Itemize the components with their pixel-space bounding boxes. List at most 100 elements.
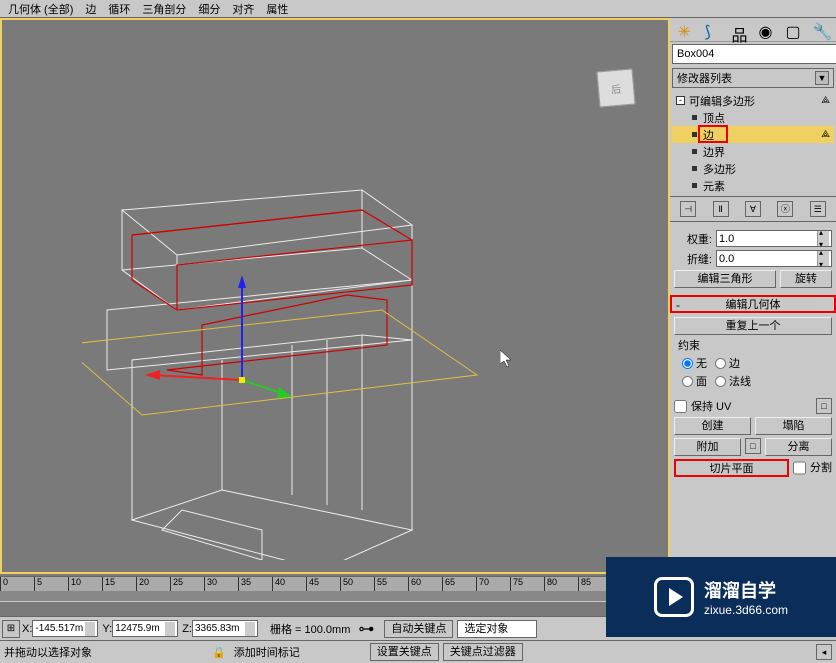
stack-editable-poly[interactable]: - 可编辑多边形 ⟁ (672, 92, 834, 109)
command-panel: ✳ ⟆ 品 ◉ ▢ 🔧 修改器列表 ▼ - 可编辑多边形 ⟁ 顶点 边 ⟁ 边界… (670, 18, 836, 574)
subobj-border[interactable]: 边界 (672, 143, 834, 160)
collapse-button[interactable]: 塌陷 (755, 417, 832, 435)
timeline-tick: 5 (34, 577, 42, 591)
pin-stack-icon[interactable]: ⊣ (680, 201, 696, 217)
preserve-uv-settings-icon[interactable]: □ (816, 398, 832, 414)
viewport-container: 后 (0, 18, 670, 574)
weight-label: 权重: (674, 231, 712, 247)
coord-x-input[interactable]: -145.517m (32, 620, 98, 637)
prompt-text: 并拖动以选择对象 (4, 644, 92, 660)
edit-geom-header[interactable]: - 编辑几何体 (670, 295, 836, 313)
perspective-viewport[interactable]: 后 (0, 18, 670, 574)
top-menu: 几何体 (全部) 边 循环 三角剖分 细分 对齐 属性 (0, 0, 836, 18)
constraint-edge[interactable]: 边 (715, 355, 740, 371)
timeline-tick: 25 (170, 577, 183, 591)
attach-button[interactable]: 附加 (674, 438, 741, 456)
timeline-tick: 55 (374, 577, 387, 591)
constraint-none[interactable]: 无 (682, 355, 707, 371)
menu-geom[interactable]: 几何体 (全部) (2, 1, 79, 17)
timeline-track[interactable] (0, 591, 670, 601)
menu-loop[interactable]: 循环 (102, 1, 136, 17)
timeline-tick: 15 (102, 577, 115, 591)
edit-edges-rollout: 权重: 1.0 折缝: 0.0 编辑三角形 旋转 - 编辑几何体 重复上一个 约… (670, 223, 836, 484)
bottom-bar: 并拖动以选择对象 🔒 添加时间标记 设置关键点 关键点过滤器 ◂ (0, 640, 836, 663)
timeline-tick: 45 (306, 577, 319, 591)
key-filter-button[interactable]: 关键点过滤器 (443, 643, 523, 661)
preserve-uv-check[interactable] (674, 400, 687, 413)
constraint-face[interactable]: 面 (682, 373, 707, 389)
subobj-polygon[interactable]: 多边形 (672, 160, 834, 177)
key-target-dropdown[interactable]: 选定对象 (457, 620, 537, 638)
timeline-tick: 10 (68, 577, 81, 591)
timeline-tick: 65 (442, 577, 455, 591)
viewcube-face[interactable]: 后 (596, 68, 635, 107)
grid-label: 栅格 = 100.0mm (270, 621, 350, 637)
pin-icon[interactable]: ⟁ (821, 129, 830, 140)
pin-icon[interactable]: ⟁ (821, 95, 830, 106)
object-name-field[interactable] (672, 44, 836, 64)
detach-button[interactable]: 分离 (765, 438, 832, 456)
split-check[interactable] (793, 459, 806, 477)
tree-collapse-icon[interactable]: - (676, 96, 685, 105)
spin-button[interactable]: 旋转 (780, 270, 832, 288)
timeline-ruler[interactable]: 05101520253035404550556065707580859095 (0, 577, 670, 591)
modify-tab-icon[interactable]: ⟆ (705, 22, 721, 38)
motion-tab-icon[interactable]: ◉ (759, 22, 775, 38)
timeline-tick: 70 (476, 577, 489, 591)
highlight-edge-icon (698, 125, 728, 143)
menu-align[interactable]: 对齐 (226, 1, 260, 17)
split-label: 分割 (810, 459, 832, 477)
menu-props[interactable]: 属性 (260, 1, 294, 17)
config-icon[interactable]: ☰ (810, 201, 826, 217)
modifier-list-label: 修改器列表 (677, 70, 732, 86)
menu-edge[interactable]: 边 (79, 1, 102, 17)
timeline-tick: 20 (136, 577, 149, 591)
add-time-tag[interactable]: 添加时间标记 (234, 644, 300, 660)
timeline-tick: 35 (238, 577, 251, 591)
timeline-tick: 0 (0, 577, 8, 591)
constraint-label: 约束 (678, 337, 828, 353)
play-prev-icon[interactable]: ◂ (816, 644, 832, 660)
modifier-list-dropdown[interactable]: 修改器列表 ▼ (672, 68, 834, 88)
timeline-tick: 30 (204, 577, 217, 591)
create-tab-icon[interactable]: ✳ (678, 22, 694, 38)
key-lock-icon[interactable]: ⊶ (358, 619, 374, 639)
set-key-button[interactable]: 设置关键点 (370, 643, 439, 661)
crease-spinner[interactable]: 0.0 (716, 250, 832, 267)
dropdown-arrow-icon: ▼ (815, 71, 829, 85)
transform-type-icon[interactable]: ⊞ (2, 620, 20, 638)
auto-key-button[interactable]: 自动关键点 (384, 620, 453, 638)
repeat-last-button[interactable]: 重复上一个 (674, 317, 832, 335)
edit-tri-button[interactable]: 编辑三角形 (674, 270, 776, 288)
viewcube[interactable]: 后 (588, 60, 638, 110)
wireframe-model (82, 180, 482, 560)
coord-z-input[interactable]: 3365.83m (192, 620, 258, 637)
menu-tri[interactable]: 三角剖分 (136, 1, 192, 17)
stack-toolbar: ⊣ Ⅱ ∀ ⓧ ☰ (670, 196, 836, 222)
remove-mod-icon[interactable]: ⓧ (777, 201, 793, 217)
attach-settings-icon[interactable]: □ (745, 438, 761, 454)
display-tab-icon[interactable]: ▢ (786, 22, 802, 38)
hierarchy-tab-icon[interactable]: 品 (732, 22, 748, 38)
subobj-edge[interactable]: 边 ⟁ (672, 126, 834, 143)
weight-spinner[interactable]: 1.0 (716, 230, 832, 247)
menu-subdiv[interactable]: 细分 (192, 1, 226, 17)
modifier-stack[interactable]: - 可编辑多边形 ⟁ 顶点 边 ⟁ 边界 多边形 元素 (670, 90, 836, 196)
subobj-vertex[interactable]: 顶点 (672, 109, 834, 126)
cursor-icon (500, 350, 514, 371)
timeline[interactable]: 05101520253035404550556065707580859095 (0, 576, 670, 602)
watermark: 溜溜自学 zixue.3d66.com (606, 557, 836, 637)
constraint-normal[interactable]: 法线 (715, 373, 751, 389)
utilities-tab-icon[interactable]: 🔧 (813, 22, 829, 38)
panel-tabs: ✳ ⟆ 品 ◉ ▢ 🔧 (670, 18, 836, 42)
watermark-title: 溜溜自学 (704, 577, 788, 603)
slice-plane-button[interactable]: 切片平面 (674, 459, 789, 477)
create-button[interactable]: 创建 (674, 417, 751, 435)
unique-icon[interactable]: ∀ (745, 201, 761, 217)
coord-y-input[interactable]: 12475.9m (112, 620, 178, 637)
subobj-element[interactable]: 元素 (672, 177, 834, 194)
watermark-url: zixue.3d66.com (704, 603, 788, 617)
watermark-play-icon (654, 577, 694, 617)
show-end-icon[interactable]: Ⅱ (713, 201, 729, 217)
lock-icon[interactable]: 🔒 (212, 646, 226, 659)
